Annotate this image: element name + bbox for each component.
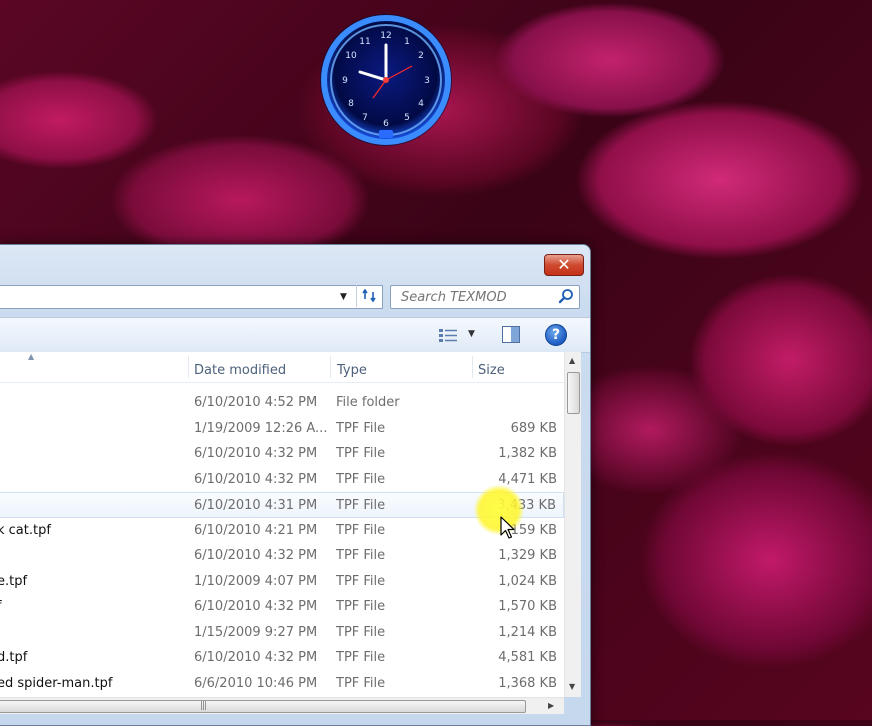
svg-text:8: 8 <box>348 99 354 109</box>
file-type: TPF File <box>336 522 386 538</box>
address-dropdown-icon[interactable]: ▼ <box>340 292 347 302</box>
close-button[interactable]: ✕ <box>544 254 584 276</box>
file-type: TPF File <box>336 624 386 640</box>
file-name: ed spider-man.tpf <box>0 675 113 691</box>
svg-text:1: 1 <box>404 37 410 47</box>
help-icon[interactable]: ? <box>545 324 567 346</box>
refresh-button[interactable] <box>356 285 383 307</box>
file-date: 6/6/2010 10:46 PM <box>194 675 318 691</box>
file-date: 6/10/2010 4:31 PM <box>194 498 318 513</box>
vertical-scrollbar[interactable]: ▲ ▼ <box>564 352 581 697</box>
file-date: 6/10/2010 4:21 PM <box>194 522 318 538</box>
horizontal-scrollbar[interactable]: ||| ▶ <box>0 697 564 714</box>
search-input[interactable] <box>399 289 553 306</box>
svg-text:10: 10 <box>345 51 357 61</box>
file-row[interactable]: 6/10/2010 4:52 PM File folder <box>0 390 564 416</box>
file-name: d.tpf <box>0 650 28 665</box>
clock-gadget[interactable]: 12 1 2 3 45 6 78 9 10 11 <box>315 12 457 154</box>
file-row[interactable]: d.tpf 6/10/2010 4:32 PM TPF File 4,581 KB <box>0 645 564 671</box>
column-header-type[interactable]: Type <box>337 363 367 378</box>
file-date: 6/10/2010 4:32 PM <box>194 650 318 665</box>
svg-text:4: 4 <box>418 99 424 109</box>
file-name: e.tpf <box>0 573 28 589</box>
svg-text:5: 5 <box>404 113 410 123</box>
address-bar[interactable] <box>0 285 383 309</box>
file-size: 1,382 KB <box>498 446 557 461</box>
file-type: TPF File <box>336 498 386 513</box>
file-type: TPF File <box>336 471 386 487</box>
vertical-scroll-thumb[interactable] <box>567 372 580 414</box>
file-type: TPF File <box>336 420 386 436</box>
file-type: TPF File <box>336 446 386 461</box>
file-size: 1,570 KB <box>498 599 557 614</box>
search-box[interactable] <box>390 285 580 309</box>
column-divider[interactable] <box>188 356 189 378</box>
file-type: TPF File <box>336 573 386 589</box>
file-date: 1/10/2009 4:07 PM <box>194 573 318 589</box>
file-row[interactable]: 6/10/2010 4:32 PM TPF File 1,382 KB <box>0 441 564 467</box>
command-bar: ▼ ? <box>0 317 590 353</box>
views-dropdown-icon[interactable]: ▼ <box>468 329 475 339</box>
mouse-cursor-icon <box>500 516 515 539</box>
scroll-right-icon[interactable]: ▶ <box>548 701 554 710</box>
file-date: 6/10/2010 4:32 PM <box>194 599 318 614</box>
scroll-grip-icon: ||| <box>200 701 207 711</box>
svg-text:11: 11 <box>359 37 370 47</box>
file-date: 6/10/2010 4:32 PM <box>194 446 318 461</box>
file-row[interactable]: 6/10/2010 4:32 PM TPF File 4,471 KB <box>0 467 564 493</box>
file-type: File folder <box>336 395 400 410</box>
file-size: 4,581 KB <box>498 650 557 665</box>
file-date: 6/10/2010 4:32 PM <box>194 548 318 563</box>
file-size: 1,024 KB <box>498 573 557 589</box>
file-name: f <box>0 594 2 620</box>
file-row[interactable]: 1/15/2009 9:27 PM TPF File 1,214 KB <box>0 620 564 646</box>
file-row[interactable]: ed spider-man.tpf 6/6/2010 10:46 PM TPF Fi… <box>0 671 564 697</box>
file-type: TPF File <box>336 599 386 614</box>
column-divider[interactable] <box>472 356 473 378</box>
column-divider[interactable] <box>330 356 331 378</box>
scroll-up-icon[interactable]: ▲ <box>569 356 575 365</box>
column-header-size[interactable]: Size <box>478 363 505 378</box>
file-size: 1,214 KB <box>498 624 557 640</box>
search-icon[interactable] <box>558 288 574 304</box>
file-date: 6/10/2010 4:32 PM <box>194 471 318 487</box>
svg-text:6: 6 <box>383 119 389 129</box>
file-date: 1/19/2009 12:26 A... <box>194 420 328 436</box>
column-header-date[interactable]: Date modified <box>194 363 286 378</box>
file-size: 1,368 KB <box>498 675 557 691</box>
file-size: 689 KB <box>510 420 557 436</box>
file-row[interactable]: 1/19/2009 12:26 A... TPF File 689 KB <box>0 416 564 442</box>
scroll-down-icon[interactable]: ▼ <box>569 682 575 691</box>
svg-text:2: 2 <box>418 51 424 61</box>
file-date: 1/15/2009 9:27 PM <box>194 624 318 640</box>
sort-caret-icon: ▲ <box>28 352 35 361</box>
file-row[interactable]: 6/10/2010 4:32 PM TPF File 1,329 KB <box>0 543 564 569</box>
views-icon[interactable] <box>438 327 458 343</box>
svg-text:12: 12 <box>380 31 391 41</box>
file-type: TPF File <box>336 548 386 563</box>
svg-text:7: 7 <box>362 113 368 123</box>
svg-text:3: 3 <box>424 76 430 86</box>
file-row[interactable]: f 6/10/2010 4:32 PM TPF File 1,570 KB <box>0 594 564 620</box>
file-row[interactable]: e.tpf 1/10/2009 4:07 PM TPF File 1,024 KB <box>0 569 564 595</box>
file-date: 6/10/2010 4:52 PM <box>194 395 318 410</box>
cursor-highlight <box>474 485 524 535</box>
column-header-row: ▲ Date modified Type Size <box>0 352 564 383</box>
file-type: TPF File <box>336 675 386 691</box>
file-size: 1,329 KB <box>498 548 557 563</box>
clock-gadget-icon: 12 12 3 45 6 78 9 1011 <box>320 14 452 146</box>
file-type: TPF File <box>336 650 386 665</box>
svg-text:9: 9 <box>342 76 348 86</box>
file-rows: 6/10/2010 4:52 PM File folder 1/19/2009 1… <box>0 390 564 696</box>
preview-pane-icon[interactable] <box>502 326 520 343</box>
refresh-icon <box>362 288 376 303</box>
horizontal-scroll-thumb[interactable]: ||| <box>0 700 526 713</box>
file-name: k cat.tpf <box>0 522 51 538</box>
